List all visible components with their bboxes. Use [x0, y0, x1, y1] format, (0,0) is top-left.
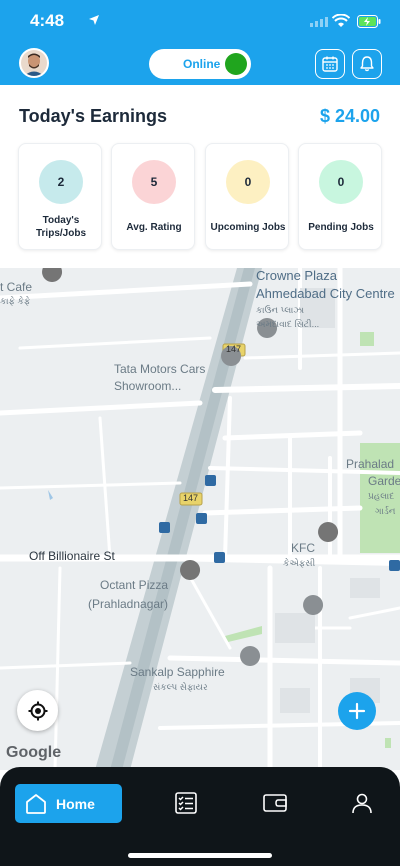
notifications-button[interactable]	[352, 49, 382, 79]
stat-value: 2	[39, 160, 83, 204]
status-bar: 4:48	[0, 10, 400, 34]
route-147-label-a: 147	[226, 344, 242, 354]
map-label-kfc-local: કેએફસી	[283, 558, 316, 568]
map-view[interactable]: t Cafe કાફે કેફે Crowne Plaza Ahmedabad …	[0, 268, 400, 770]
map-label-prahalad-local-2: ગાર્ડન	[375, 506, 396, 516]
map-label-kfc: KFC	[291, 541, 315, 555]
online-label: Online	[183, 57, 221, 71]
calendar-button[interactable]	[315, 49, 345, 79]
map-label-prahalad-local: પ્રહલાદ	[368, 491, 395, 501]
map-roads	[0, 268, 400, 770]
cellular-signal-icon	[310, 17, 328, 27]
stat-card-upcoming[interactable]: 0 Upcoming Jobs	[205, 143, 289, 250]
earnings-amount: $ 24.00	[319, 106, 380, 126]
wallet-icon[interactable]	[262, 791, 288, 815]
map-label-crowne-local: કાઉન પ્લાઝા	[256, 305, 305, 315]
checklist-icon[interactable]	[174, 791, 198, 815]
user-avatar-image	[21, 50, 47, 76]
stat-card-trips[interactable]: 2 Today's Trips/Jobs	[18, 143, 102, 250]
map-label-tata: Tata Motors Cars	[114, 362, 206, 376]
map-label-tata-2: Showroom...	[114, 379, 182, 393]
map-label-cafe: t Cafe	[0, 280, 33, 294]
map-label-octant: Octant Pizza	[100, 578, 169, 592]
route-147-label-b: 147	[183, 493, 199, 503]
stats-cards: 2 Today's Trips/Jobs 5 Avg. Rating 0 Upc…	[18, 143, 382, 250]
map-label-crowne-2: Ahmedabad City Centre	[256, 286, 395, 301]
google-logo: Google	[6, 744, 62, 761]
map-label-crowne: Crowne Plaza	[256, 268, 337, 283]
home-icon	[26, 793, 46, 814]
earnings-title: Today's Earnings	[19, 106, 167, 126]
stat-label: Today's Trips/Jobs	[35, 215, 86, 239]
add-button[interactable]	[338, 692, 376, 730]
stat-card-rating[interactable]: 5 Avg. Rating	[111, 143, 195, 250]
map-label-sankalp: Sankalp Sapphire	[130, 665, 225, 679]
map-label-prahalad-2: Garde	[368, 474, 400, 488]
plus-icon	[348, 702, 366, 720]
nav-home-button[interactable]: Home	[15, 784, 122, 823]
online-toggle[interactable]: Online	[149, 49, 251, 79]
map-label-billionaire: Off Billionaire St	[29, 549, 115, 563]
stat-label: Pending Jobs	[308, 222, 374, 233]
app-header: 4:48 Online	[0, 0, 400, 85]
wifi-icon	[332, 14, 350, 27]
map-label-prahalad: Prahalad	[346, 457, 395, 471]
my-location-button[interactable]	[17, 690, 58, 731]
map-label-sankalp-local: સંકલ્પ સેફાયર	[153, 682, 208, 692]
bottom-nav: Home	[0, 767, 400, 866]
map-label-octant-2: (Prahladnagar)	[88, 597, 169, 611]
online-toggle-knob	[225, 53, 247, 75]
stat-value: 5	[132, 160, 176, 204]
stat-label: Upcoming Jobs	[210, 222, 286, 233]
location-arrow-icon	[89, 15, 99, 25]
home-indicator	[128, 853, 272, 858]
calendar-icon	[322, 56, 338, 72]
nav-home-label: Home	[56, 795, 95, 812]
stat-value: 0	[319, 160, 363, 204]
stat-label: Avg. Rating	[126, 222, 182, 233]
crosshair-icon	[28, 701, 47, 720]
avatar[interactable]	[19, 48, 49, 78]
map-label-cafe-local: કાફે કેફે	[0, 296, 31, 306]
bell-icon	[360, 56, 374, 72]
battery-icon	[357, 15, 381, 28]
map-label-crowne-local-2: અમદાવાદ સિટી...	[256, 319, 320, 329]
profile-icon[interactable]	[350, 791, 374, 815]
stat-card-pending[interactable]: 0 Pending Jobs	[298, 143, 382, 250]
stat-value: 0	[226, 160, 270, 204]
status-time: 4:48	[30, 11, 65, 30]
